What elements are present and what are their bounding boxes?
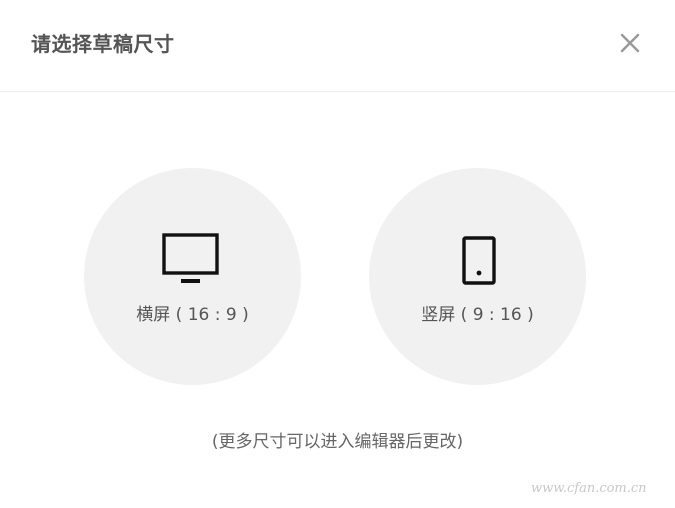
close-icon[interactable] (618, 31, 642, 55)
monitor-icon (162, 233, 219, 283)
watermark: www.cfan.com.cn (531, 481, 647, 496)
phone-icon (462, 236, 496, 285)
hint-text: (更多尺寸可以进入编辑器后更改) (211, 432, 464, 452)
landscape-option-button[interactable]: 横屏 ( 16 : 9 ) (84, 168, 301, 385)
draft-size-dialog: 请选择草稿尺寸 横屏 ( 16 : 9 ) 竖屏 ( 9 : 16 ) (更多尺… (0, 0, 675, 508)
dialog-title: 请选择草稿尺寸 (31, 32, 175, 56)
portrait-option-label: 竖屏 ( 9 : 16 ) (421, 305, 534, 325)
dialog-header: 请选择草稿尺寸 (0, 0, 675, 92)
portrait-option-button[interactable]: 竖屏 ( 9 : 16 ) (369, 168, 586, 385)
landscape-option-label: 横屏 ( 16 : 9 ) (136, 305, 249, 325)
